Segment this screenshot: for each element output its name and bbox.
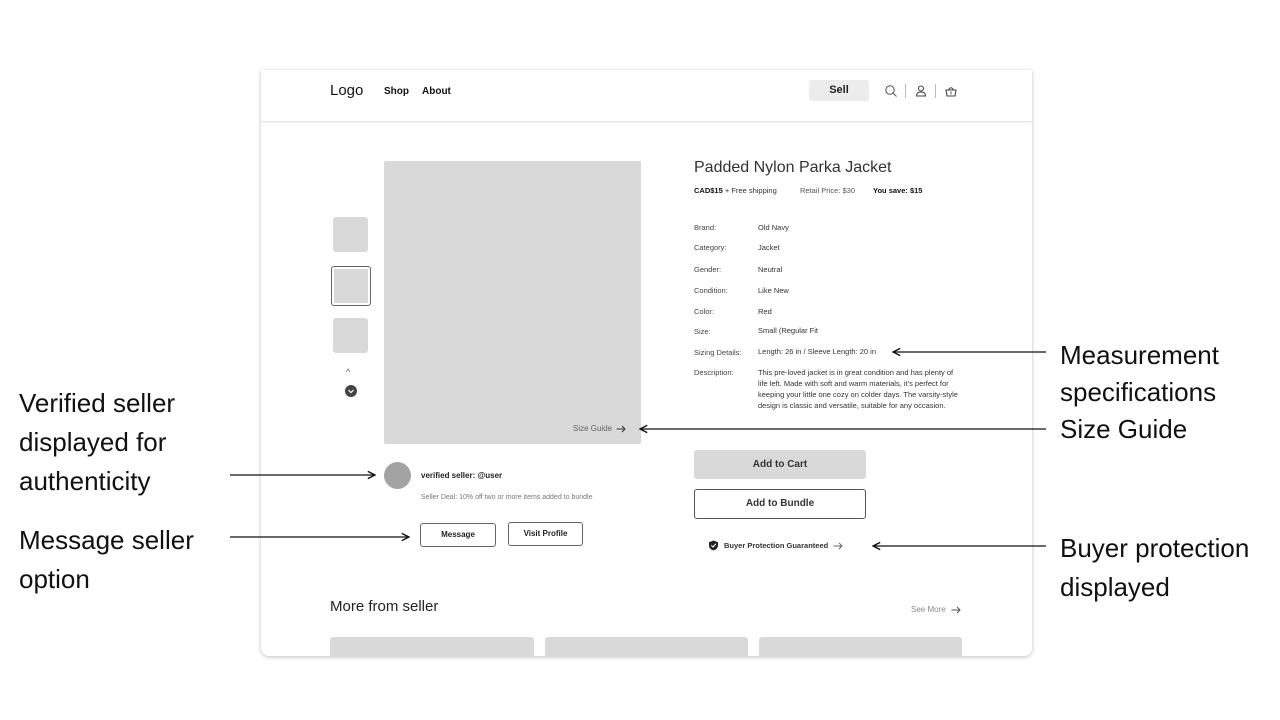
visit-profile-button[interactable]: Visit Profile [508,522,583,546]
arrow-right-icon [951,606,961,613]
annotation-line: option [19,564,90,594]
spec-value: Old Navy [758,223,789,232]
spec-label: Description: [694,368,734,377]
size-guide-link[interactable]: Size Guide [573,424,626,433]
annotation-line: specifications [1060,377,1217,407]
chevron-down-icon[interactable] [345,385,357,397]
annotation-line: Message seller [19,525,194,555]
see-more-link[interactable]: See More [911,605,961,614]
product-title: Padded Nylon Parka Jacket [694,159,892,176]
thumbnail-2-selected[interactable] [331,266,371,306]
more-from-seller-heading: More from seller [330,598,439,615]
annotation-line: authenticity [19,466,151,496]
more-product-tile[interactable] [330,637,534,656]
spec-value: Neutral [758,265,783,274]
shield-check-icon [709,540,718,551]
spec-value: Jacket [758,243,780,252]
basket-icon[interactable] [944,84,958,98]
annotation-line: displayed for [19,427,167,457]
product-description: This pre-loved jacket is in great condit… [758,368,958,410]
caret-up-icon[interactable]: ^ [346,367,350,377]
retail-price: Retail Price: $30 [800,186,856,195]
price: CAD$15 [694,186,723,195]
savings: You save: $15 [873,186,923,195]
user-icon[interactable] [914,84,928,98]
message-button[interactable]: Message [420,523,496,547]
spec-value: Small (Regular Fit [758,326,819,335]
thumbnail-3[interactable] [333,318,368,353]
spec-label: Gender: [694,265,722,274]
thumbnail-1[interactable] [333,217,368,252]
annotation-line: displayed [1060,572,1170,602]
annotation-line: Verified seller [19,388,176,418]
seller-deal: Seller Deal: 10% off two or more items a… [421,494,593,501]
sizing-details-value: Length: 26 in / Sleeve Length: 20 in [758,347,877,356]
size-guide-label: Size Guide [573,424,613,433]
seller-avatar[interactable] [384,462,411,489]
nav-divider [905,84,906,98]
spec-label: Brand: [694,223,717,232]
nav-about-link[interactable]: About [422,86,451,97]
annotation-buyer-protection: Buyer protection displayed [1060,529,1249,607]
spec-label: Size: [694,327,711,336]
nav-shop-link[interactable]: Shop [384,86,409,97]
product-page-wireframe: Logo Shop About Sell ^ Size Guide verifi… [261,70,1032,656]
add-to-cart-button[interactable]: Add to Cart [694,450,866,479]
annotation-measurement: Measurement specifications Size Guide [1060,337,1219,448]
see-more-label: See More [911,605,946,614]
buyer-protection-label: Buyer Protection Guaranteed [724,541,829,550]
spec-value: Like New [758,286,789,295]
top-nav: Logo Shop About Sell [261,70,1032,122]
logo[interactable]: Logo [330,82,363,99]
search-icon[interactable] [884,84,898,98]
shipping: + Free shipping [722,186,777,195]
annotation-line: Measurement [1060,340,1219,370]
spec-value: Red [758,307,772,316]
more-product-tile[interactable] [759,637,962,656]
main-product-image [384,161,641,444]
annotation-message-seller: Message seller option [19,521,194,599]
price-line: CAD$15 + Free shipping [694,186,777,195]
more-product-tile[interactable] [545,637,748,656]
seller-name[interactable]: verified seller: @user [421,471,502,480]
add-to-bundle-button[interactable]: Add to Bundle [694,489,866,519]
sell-button[interactable]: Sell [809,80,869,101]
arrow-right-icon [833,542,843,549]
nav-divider [935,84,936,98]
annotation-verified-seller: Verified seller displayed for authentici… [19,384,175,501]
annotation-line: Buyer protection [1060,533,1250,563]
buyer-protection-link[interactable]: Buyer Protection Guaranteed [708,540,843,551]
stage: Logo Shop About Sell ^ Size Guide verifi… [0,0,1280,720]
spec-label: Condition: [694,286,728,295]
annotation-line: Size Guide [1060,414,1188,444]
spec-label: Sizing Details: [694,348,742,357]
spec-label: Color: [694,307,715,316]
arrow-right-icon [616,425,626,432]
spec-label: Category: [694,243,727,252]
